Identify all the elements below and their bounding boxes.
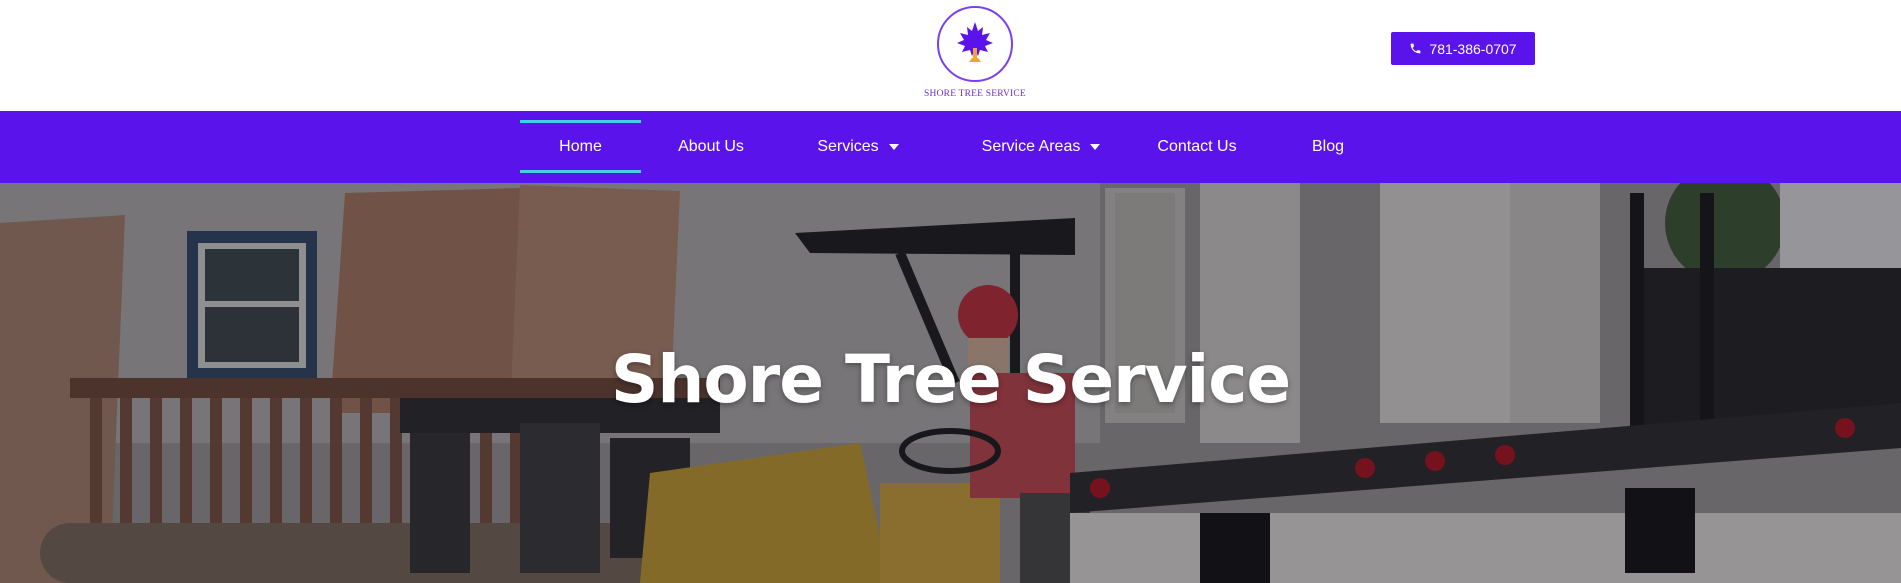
hero-title: Shore Tree Service	[610, 341, 1291, 418]
nav-item-label: Services	[817, 138, 879, 155]
site-logo[interactable]: SHORE TREE SERVICE	[920, 4, 1030, 104]
nav-item-contact-us[interactable]: Contact Us	[1155, 111, 1239, 183]
chevron-down-icon	[1090, 144, 1101, 150]
phone-number: 781-386-0707	[1429, 40, 1517, 57]
site-header: SHORE TREE SERVICE 781-386-0707	[0, 0, 1901, 111]
nav-item-label: About Us	[678, 138, 744, 155]
main-nav: Home About Us Services Service Areas Con…	[0, 111, 1901, 183]
nav-item-label: Blog	[1311, 138, 1345, 155]
phone-call-button[interactable]: 781-386-0707	[1391, 32, 1535, 65]
logo-text: SHORE TREE SERVICE	[924, 89, 1026, 99]
phone-icon	[1409, 42, 1422, 55]
nav-item-blog[interactable]: Blog	[1308, 111, 1348, 183]
logo-emblem	[937, 6, 1013, 82]
nav-item-home[interactable]: Home	[520, 111, 641, 183]
nav-item-services[interactable]: Services	[808, 111, 908, 183]
nav-item-label: Service Areas	[981, 138, 1081, 155]
nav-item-label: Home	[559, 138, 602, 155]
nav-item-service-areas[interactable]: Service Areas	[968, 111, 1114, 183]
hero-banner: Shore Tree Service	[0, 183, 1901, 583]
nav-item-about-us[interactable]: About Us	[662, 111, 760, 183]
nav-item-label: Contact Us	[1157, 138, 1237, 155]
chevron-down-icon	[888, 144, 899, 150]
maple-leaf-icon	[957, 22, 993, 62]
